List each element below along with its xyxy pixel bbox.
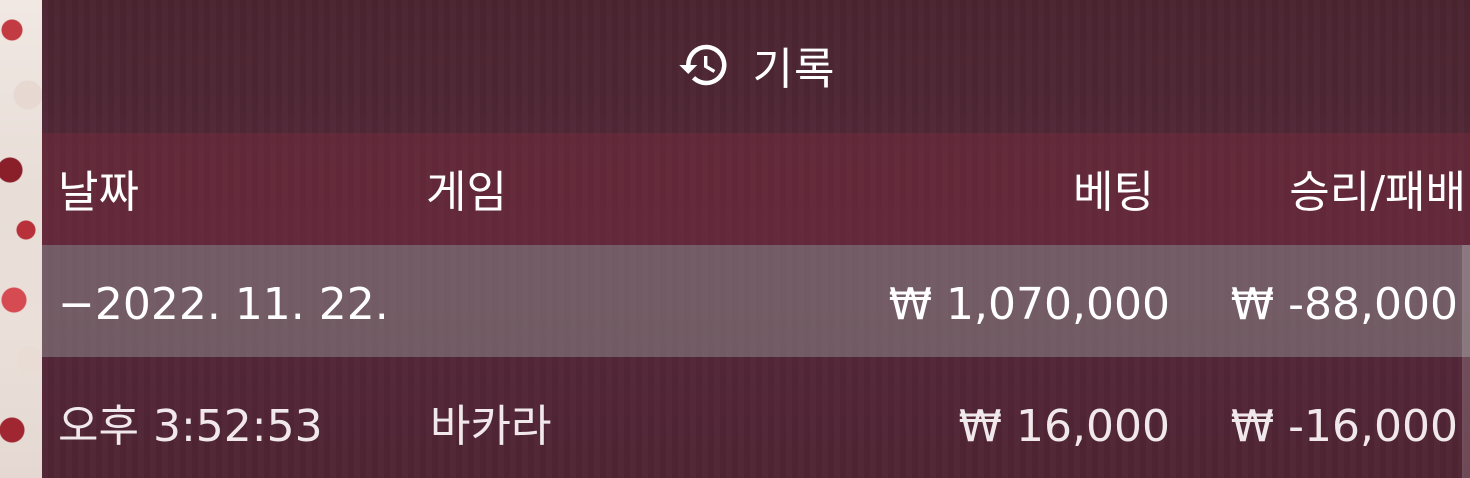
history-panel: 기록 날짜 게임 베팅 승리/패배 −2022. 11. 22. ₩ 1,070… — [42, 0, 1470, 478]
page-title: 기록 — [752, 44, 836, 95]
date-group-result-total: ₩ -88,000 — [1230, 279, 1458, 330]
column-header-date[interactable]: 날짜 — [58, 171, 139, 215]
date-group-row[interactable]: −2022. 11. 22. ₩ 1,070,000 ₩ -88,000 — [42, 245, 1470, 357]
scrollbar[interactable] — [1462, 245, 1470, 478]
row-game: 바카라 — [430, 401, 552, 452]
date-group-bet-total: ₩ 1,070,000 — [888, 279, 1170, 330]
row-time: 오후 3:52:53 — [58, 401, 323, 452]
column-header-game[interactable]: 게임 — [426, 171, 507, 215]
date-group-label: −2022. 11. 22. — [58, 279, 389, 330]
table-row[interactable]: 오후 3:52:53 바카라 ₩ 16,000 ₩ -16,000 — [42, 360, 1470, 472]
column-header-bet[interactable]: 베팅 — [1073, 171, 1154, 215]
floral-decoration — [0, 0, 42, 478]
row-bet: ₩ 16,000 — [958, 401, 1170, 452]
history-icon — [678, 44, 726, 86]
title-bar: 기록 — [42, 0, 1470, 130]
row-result: ₩ -16,000 — [1230, 401, 1458, 452]
column-header-result[interactable]: 승리/패배 — [1289, 171, 1466, 215]
table-header: 날짜 게임 베팅 승리/패배 — [42, 133, 1470, 245]
history-screen: 기록 날짜 게임 베팅 승리/패배 −2022. 11. 22. ₩ 1,070… — [0, 0, 1470, 478]
